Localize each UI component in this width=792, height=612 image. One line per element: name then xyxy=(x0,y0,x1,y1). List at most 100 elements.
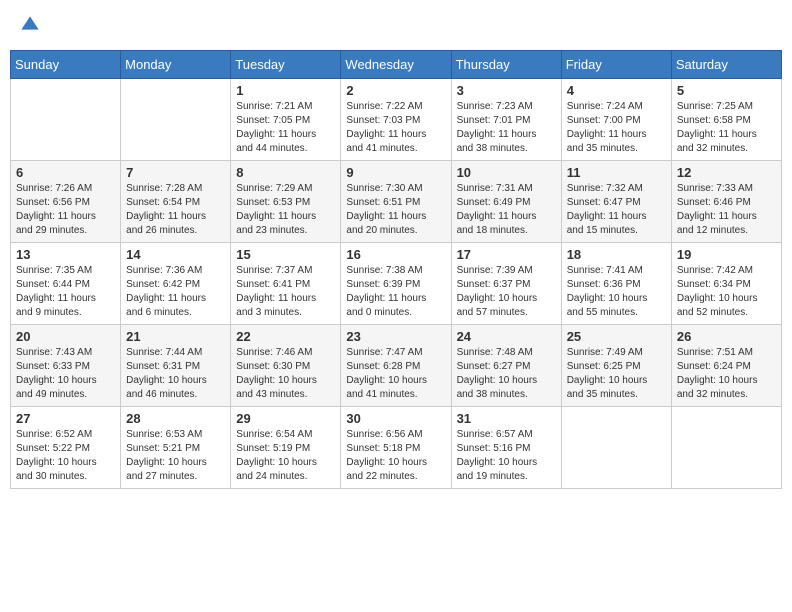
day-info: Sunrise: 6:53 AM Sunset: 5:21 PM Dayligh… xyxy=(126,428,225,484)
calendar-cell: 26Sunrise: 7:51 AM Sunset: 6:24 PM Dayli… xyxy=(671,325,781,407)
calendar-cell: 3 Sunrise: 7:23 AM Sunset: 7:01 PM Daylig… xyxy=(451,79,561,161)
day-number: 30 xyxy=(346,411,445,426)
day-info: Sunrise: 7:31 AM Sunset: 6:49 PM Dayligh… xyxy=(457,182,556,238)
calendar-cell: 24 Sunrise: 7:48 AM Sunset: 6:27 PM Dayli… xyxy=(451,325,561,407)
day-number: 22 xyxy=(236,329,335,344)
col-header-monday: Monday xyxy=(121,51,231,79)
col-header-saturday: Saturday xyxy=(671,51,781,79)
day-number: 12 xyxy=(677,165,776,180)
day-info: Sunrise: 7:21 AM Sunset: 7:05 PM Dayligh… xyxy=(236,100,335,156)
day-info: Sunrise: 7:26 AM Sunset: 6:56 PM Dayligh… xyxy=(16,182,115,238)
calendar-cell: 11 Sunrise: 7:32 AM Sunset: 6:47 PM Dayli… xyxy=(561,161,671,243)
calendar-cell xyxy=(11,79,121,161)
day-number: 16 xyxy=(346,247,445,262)
calendar-cell: 22 Sunrise: 7:46 AM Sunset: 6:30 PM Dayli… xyxy=(231,325,341,407)
day-number: 10 xyxy=(457,165,556,180)
calendar-cell: 14Sunrise: 7:36 AM Sunset: 6:42 PM Dayli… xyxy=(121,243,231,325)
calendar-week-4: 20 Sunrise: 7:43 AM Sunset: 6:33 PM Dayli… xyxy=(11,325,782,407)
day-info: Sunrise: 7:22 AM Sunset: 7:03 PM Dayligh… xyxy=(346,100,445,156)
day-number: 14 xyxy=(126,247,225,262)
day-number: 28 xyxy=(126,411,225,426)
day-info: Sunrise: 6:56 AM Sunset: 5:18 PM Dayligh… xyxy=(346,428,445,484)
day-info: Sunrise: 7:33 AM Sunset: 6:46 PM Dayligh… xyxy=(677,182,776,238)
calendar-table: SundayMondayTuesdayWednesdayThursdayFrid… xyxy=(10,50,782,489)
calendar-cell: 27Sunrise: 6:52 AM Sunset: 5:22 PM Dayli… xyxy=(11,407,121,489)
calendar-cell: 12 Sunrise: 7:33 AM Sunset: 6:46 PM Dayli… xyxy=(671,161,781,243)
day-number: 3 xyxy=(457,83,556,98)
calendar-cell: 30 Sunrise: 6:56 AM Sunset: 5:18 PM Dayli… xyxy=(341,407,451,489)
calendar-cell: 6 Sunrise: 7:26 AM Sunset: 6:56 PM Daylig… xyxy=(11,161,121,243)
day-number: 19 xyxy=(677,247,776,262)
day-info: Sunrise: 7:43 AM Sunset: 6:33 PM Dayligh… xyxy=(16,346,115,402)
day-info: Sunrise: 7:28 AM Sunset: 6:54 PM Dayligh… xyxy=(126,182,225,238)
day-number: 18 xyxy=(567,247,666,262)
day-number: 6 xyxy=(16,165,115,180)
calendar-header-row: SundayMondayTuesdayWednesdayThursdayFrid… xyxy=(11,51,782,79)
day-info: Sunrise: 6:54 AM Sunset: 5:19 PM Dayligh… xyxy=(236,428,335,484)
day-number: 5 xyxy=(677,83,776,98)
calendar-week-1: 1 Sunrise: 7:21 AM Sunset: 7:05 PM Daylig… xyxy=(11,79,782,161)
calendar-cell: 17Sunrise: 7:39 AM Sunset: 6:37 PM Dayli… xyxy=(451,243,561,325)
calendar-cell: 23 Sunrise: 7:47 AM Sunset: 6:28 PM Dayli… xyxy=(341,325,451,407)
day-info: Sunrise: 7:41 AM Sunset: 6:36 PM Dayligh… xyxy=(567,264,666,320)
calendar-cell: 16Sunrise: 7:38 AM Sunset: 6:39 PM Dayli… xyxy=(341,243,451,325)
day-info: Sunrise: 7:44 AM Sunset: 6:31 PM Dayligh… xyxy=(126,346,225,402)
calendar-cell: 28 Sunrise: 6:53 AM Sunset: 5:21 PM Dayli… xyxy=(121,407,231,489)
calendar-cell: 5 Sunrise: 7:25 AM Sunset: 6:58 PM Daylig… xyxy=(671,79,781,161)
day-number: 13 xyxy=(16,247,115,262)
col-header-wednesday: Wednesday xyxy=(341,51,451,79)
calendar-cell: 20 Sunrise: 7:43 AM Sunset: 6:33 PM Dayli… xyxy=(11,325,121,407)
calendar-cell: 8 Sunrise: 7:29 AM Sunset: 6:53 PM Daylig… xyxy=(231,161,341,243)
day-info: Sunrise: 7:24 AM Sunset: 7:00 PM Dayligh… xyxy=(567,100,666,156)
day-number: 24 xyxy=(457,329,556,344)
day-number: 20 xyxy=(16,329,115,344)
calendar-week-5: 27Sunrise: 6:52 AM Sunset: 5:22 PM Dayli… xyxy=(11,407,782,489)
day-info: Sunrise: 7:49 AM Sunset: 6:25 PM Dayligh… xyxy=(567,346,666,402)
calendar-cell: 25 Sunrise: 7:49 AM Sunset: 6:25 PM Dayli… xyxy=(561,325,671,407)
col-header-tuesday: Tuesday xyxy=(231,51,341,79)
calendar-cell xyxy=(121,79,231,161)
day-number: 23 xyxy=(346,329,445,344)
day-number: 1 xyxy=(236,83,335,98)
logo xyxy=(20,15,42,35)
day-number: 15 xyxy=(236,247,335,262)
day-info: Sunrise: 7:35 AM Sunset: 6:44 PM Dayligh… xyxy=(16,264,115,320)
logo-icon xyxy=(20,15,40,35)
day-number: 29 xyxy=(236,411,335,426)
day-info: Sunrise: 6:52 AM Sunset: 5:22 PM Dayligh… xyxy=(16,428,115,484)
calendar-cell: 15 Sunrise: 7:37 AM Sunset: 6:41 PM Dayli… xyxy=(231,243,341,325)
day-info: Sunrise: 7:51 AM Sunset: 6:24 PM Dayligh… xyxy=(677,346,776,402)
day-info: Sunrise: 6:57 AM Sunset: 5:16 PM Dayligh… xyxy=(457,428,556,484)
calendar-week-3: 13 Sunrise: 7:35 AM Sunset: 6:44 PM Dayli… xyxy=(11,243,782,325)
calendar-cell: 31Sunrise: 6:57 AM Sunset: 5:16 PM Dayli… xyxy=(451,407,561,489)
day-number: 2 xyxy=(346,83,445,98)
calendar-cell: 21 Sunrise: 7:44 AM Sunset: 6:31 PM Dayli… xyxy=(121,325,231,407)
calendar-cell: 18 Sunrise: 7:41 AM Sunset: 6:36 PM Dayli… xyxy=(561,243,671,325)
col-header-thursday: Thursday xyxy=(451,51,561,79)
calendar-cell xyxy=(671,407,781,489)
day-info: Sunrise: 7:47 AM Sunset: 6:28 PM Dayligh… xyxy=(346,346,445,402)
day-info: Sunrise: 7:37 AM Sunset: 6:41 PM Dayligh… xyxy=(236,264,335,320)
day-number: 8 xyxy=(236,165,335,180)
day-info: Sunrise: 7:48 AM Sunset: 6:27 PM Dayligh… xyxy=(457,346,556,402)
day-number: 4 xyxy=(567,83,666,98)
day-info: Sunrise: 7:29 AM Sunset: 6:53 PM Dayligh… xyxy=(236,182,335,238)
page-header xyxy=(10,10,782,40)
day-info: Sunrise: 7:42 AM Sunset: 6:34 PM Dayligh… xyxy=(677,264,776,320)
day-number: 11 xyxy=(567,165,666,180)
day-info: Sunrise: 7:46 AM Sunset: 6:30 PM Dayligh… xyxy=(236,346,335,402)
day-number: 25 xyxy=(567,329,666,344)
day-info: Sunrise: 7:32 AM Sunset: 6:47 PM Dayligh… xyxy=(567,182,666,238)
calendar-cell: 13 Sunrise: 7:35 AM Sunset: 6:44 PM Dayli… xyxy=(11,243,121,325)
calendar-cell xyxy=(561,407,671,489)
day-info: Sunrise: 7:25 AM Sunset: 6:58 PM Dayligh… xyxy=(677,100,776,156)
col-header-friday: Friday xyxy=(561,51,671,79)
calendar-week-2: 6 Sunrise: 7:26 AM Sunset: 6:56 PM Daylig… xyxy=(11,161,782,243)
day-number: 21 xyxy=(126,329,225,344)
calendar-cell: 4 Sunrise: 7:24 AM Sunset: 7:00 PM Daylig… xyxy=(561,79,671,161)
day-info: Sunrise: 7:30 AM Sunset: 6:51 PM Dayligh… xyxy=(346,182,445,238)
day-info: Sunrise: 7:23 AM Sunset: 7:01 PM Dayligh… xyxy=(457,100,556,156)
calendar-cell: 19 Sunrise: 7:42 AM Sunset: 6:34 PM Dayli… xyxy=(671,243,781,325)
calendar-cell: 9Sunrise: 7:30 AM Sunset: 6:51 PM Daylig… xyxy=(341,161,451,243)
day-number: 7 xyxy=(126,165,225,180)
